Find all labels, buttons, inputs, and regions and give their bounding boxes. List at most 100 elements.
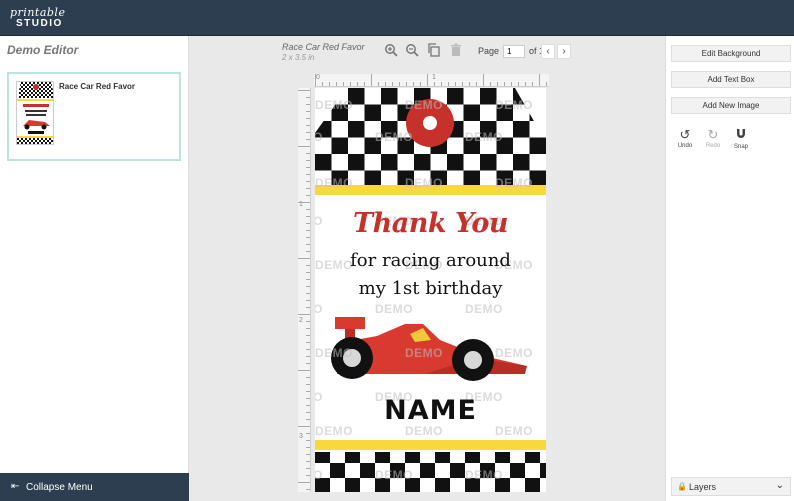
ruler-tick: [306, 174, 310, 175]
right-panel: Edit Background Add Text Box Add New Ima…: [665, 36, 794, 501]
demo-watermark: DEMO: [465, 302, 503, 316]
layers-dropdown[interactable]: 🔒 Layers ⌄: [671, 477, 791, 496]
demo-watermark: DEMO: [405, 346, 443, 360]
ruler-tick: [306, 405, 310, 406]
ruler-tick: [306, 356, 310, 357]
template-name: Race Car Red Favor: [59, 82, 136, 91]
ruler-tick: [306, 181, 310, 182]
template-card[interactable]: Race Car Red Favor: [7, 72, 181, 161]
ruler-tick: [434, 82, 435, 86]
ruler-label: 1: [432, 74, 436, 81]
ruler-tick: [322, 82, 323, 86]
ruler-tick: [306, 167, 310, 168]
ruler-tick: [306, 118, 310, 119]
ruler-tick: [306, 216, 310, 217]
ruler-label: 3: [299, 433, 303, 440]
demo-watermark: DEMO: [465, 468, 503, 482]
logo[interactable]: printable STUDIO: [10, 7, 65, 29]
thank-you-text[interactable]: Thank You: [315, 208, 546, 239]
redo-button[interactable]: ↻ Redo: [701, 127, 725, 150]
demo-watermark: DEMO: [315, 176, 353, 190]
ruler-label: 2: [299, 317, 303, 324]
ruler-tick: [298, 90, 310, 91]
duplicate-button[interactable]: [425, 43, 443, 61]
snap-button[interactable]: Snap: [729, 128, 753, 150]
ruler-tick: [518, 82, 519, 86]
ruler-tick: [306, 489, 310, 490]
ruler-label: 0: [316, 74, 320, 81]
document-name: Race Car Red Favor: [282, 42, 365, 52]
demo-watermark: DEMO: [495, 346, 533, 360]
ruler-tick: [306, 293, 310, 294]
ruler-tick: [298, 146, 310, 147]
redo-icon: ↻: [707, 127, 719, 142]
ruler-tick: [306, 244, 310, 245]
ruler-tick: [306, 188, 310, 189]
edit-background-button[interactable]: Edit Background: [671, 45, 791, 62]
demo-watermark: DEMO: [405, 176, 443, 190]
horizontal-ruler: 0 1: [314, 74, 549, 87]
ruler-tick: [378, 82, 379, 86]
ruler-tick: [306, 335, 310, 336]
zoom-out-button[interactable]: [403, 43, 421, 61]
checkered-footer: [315, 452, 546, 492]
yellow-stripe-bottom: [315, 440, 546, 450]
ruler-tick: [298, 314, 310, 315]
message-line-1[interactable]: for racing around: [315, 250, 546, 271]
ruler-tick: [306, 265, 310, 266]
ruler-tick: [343, 82, 344, 86]
ruler-tick: [546, 82, 547, 86]
left-sidebar: Demo Editor Race Car Red Favor ⇤ Collaps…: [0, 36, 189, 501]
ruler-tick: [306, 300, 310, 301]
ruler-tick: [306, 377, 310, 378]
page-number-input[interactable]: [503, 45, 526, 58]
ruler-tick: [306, 279, 310, 280]
editor-workspace: Race Car Red Favor 2 x 3.5 in Pageof 1: [189, 36, 665, 501]
lock-icon: 🔒: [677, 482, 687, 491]
chevron-right-icon: ›: [562, 46, 566, 57]
demo-watermark: DEMO: [465, 130, 503, 144]
demo-watermark: DEMO: [495, 424, 533, 438]
ruler-tick: [306, 328, 310, 329]
ruler-tick: [497, 82, 498, 86]
ruler-tick: [306, 454, 310, 455]
ruler-tick: [306, 139, 310, 140]
message-line-2[interactable]: my 1st birthday: [315, 278, 546, 299]
ruler-tick: [306, 223, 310, 224]
ruler-tick: [539, 74, 540, 86]
delete-button[interactable]: [447, 43, 465, 61]
ruler-tick: [306, 461, 310, 462]
ruler-tick: [298, 202, 310, 203]
ruler-tick: [315, 74, 316, 86]
name-text[interactable]: NAME: [315, 395, 546, 426]
ruler-tick: [476, 82, 477, 86]
collapse-label: Collapse Menu: [26, 482, 93, 493]
ruler-tick: [306, 125, 310, 126]
ruler-tick: [350, 82, 351, 86]
ruler-tick: [399, 82, 400, 86]
demo-watermark: DEMO: [315, 130, 323, 144]
ruler-tick: [483, 74, 484, 86]
add-new-image-button[interactable]: Add New Image: [671, 97, 791, 114]
collapse-menu-button[interactable]: ⇤ Collapse Menu: [0, 473, 189, 501]
document-size: 2 x 3.5 in: [282, 53, 315, 62]
ruler-tick: [511, 82, 512, 86]
next-page-button[interactable]: ›: [557, 44, 571, 59]
tag-hole: [423, 116, 437, 130]
design-canvas[interactable]: DEMO DEMO DEMO DEMO DEMO DEMO DEMO DEMO DEMO DEMO…: [315, 88, 546, 492]
redo-label: Redo: [705, 143, 721, 149]
ruler-tick: [306, 440, 310, 441]
layers-label: Layers: [689, 482, 717, 492]
ruler-tick: [455, 82, 456, 86]
prev-page-button[interactable]: ‹: [541, 44, 555, 59]
zoom-in-button[interactable]: [382, 43, 400, 61]
snap-label: Snap: [733, 144, 748, 150]
ruler-tick: [306, 363, 310, 364]
ruler-tick: [306, 251, 310, 252]
undo-button[interactable]: ↺ Undo: [673, 128, 697, 150]
demo-watermark: DEMO: [495, 98, 533, 112]
zoom-in-icon: [385, 44, 398, 57]
ruler-tick: [413, 82, 414, 86]
ruler-tick: [392, 82, 393, 86]
add-text-box-button[interactable]: Add Text Box: [671, 71, 791, 88]
